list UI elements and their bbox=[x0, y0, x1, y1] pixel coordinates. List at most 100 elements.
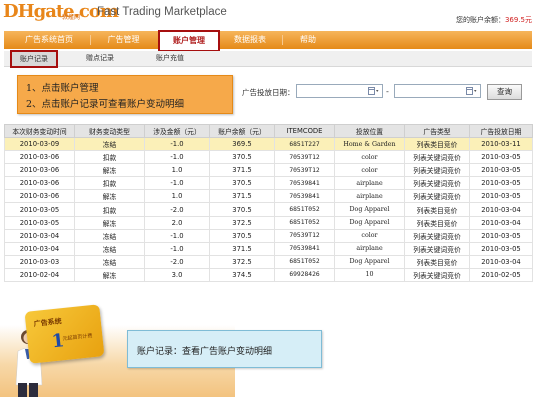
start-date-input[interactable] bbox=[296, 84, 383, 98]
amount-cell: -2.0 bbox=[144, 254, 210, 269]
change-type-cell: 冻结 bbox=[74, 136, 145, 152]
column-header: 投放位置 bbox=[334, 124, 405, 138]
calendar-icon[interactable] bbox=[368, 87, 379, 95]
change-type-cell: 解冻 bbox=[74, 163, 145, 178]
table-row: 2010-03-05 解冻 2.0 372.5 6851T052 Dog Apparel 列… bbox=[4, 215, 533, 230]
balance-value: 369.5元 bbox=[504, 16, 532, 24]
site-tagline: Fast Trading Marketplace bbox=[97, 6, 227, 18]
placement-cell: Dog Apparel bbox=[334, 254, 405, 269]
change-type-cell: 冻结 bbox=[74, 254, 145, 269]
placement-cell: color bbox=[334, 228, 405, 243]
placement-cell: color bbox=[334, 150, 405, 165]
nav-item-ad-home[interactable]: 广告系统首页 bbox=[14, 31, 84, 49]
balance-cell: 372.5 bbox=[209, 254, 275, 269]
ad-date-cell: 2010-03-04 bbox=[469, 202, 533, 217]
ad-date-cell: 2010-03-05 bbox=[469, 163, 533, 178]
itemcode-cell: 69928426 bbox=[274, 267, 335, 283]
amount-cell: 1.0 bbox=[144, 189, 210, 204]
placement-cell: color bbox=[334, 163, 405, 178]
record-time-cell: 2010-03-04 bbox=[4, 241, 75, 256]
itemcode-cell: 70539841 bbox=[274, 176, 335, 191]
record-time-cell: 2010-02-04 bbox=[4, 267, 75, 283]
column-header: 广告投放日期 bbox=[469, 124, 533, 138]
calendar-icon[interactable] bbox=[466, 87, 477, 95]
amount-cell: 1.0 bbox=[144, 163, 210, 178]
date-range-separator: - bbox=[386, 87, 389, 96]
placement-cell: airplane bbox=[334, 241, 405, 256]
amount-cell: -1.0 bbox=[144, 150, 210, 165]
placement-cell: Dog Apparel bbox=[334, 202, 405, 217]
nav-item-account-management[interactable]: 账户管理 bbox=[158, 30, 220, 52]
column-header: 涉及金额（元） bbox=[144, 124, 210, 138]
column-header: 财务变动类型 bbox=[74, 124, 145, 138]
ad-type-cell: 列表关键词竞价 bbox=[404, 189, 470, 204]
amount-cell: -1.0 bbox=[144, 241, 210, 256]
date-filter-label: 广告投放日期： bbox=[242, 88, 295, 97]
itemcode-cell: 6851T052 bbox=[274, 215, 335, 230]
itemcode-cell: 70539T12 bbox=[274, 150, 335, 165]
amount-cell: 3.0 bbox=[144, 267, 210, 283]
ad-date-cell: 2010-03-05 bbox=[469, 228, 533, 243]
ad-type-cell: 列表关键词竞价 bbox=[404, 228, 470, 243]
record-time-cell: 2010-03-06 bbox=[4, 150, 75, 165]
ad-date-cell: 2010-03-04 bbox=[469, 254, 533, 269]
note-text: 账户记录：查看广告账户变动明细 bbox=[137, 347, 273, 357]
balance-cell: 371.5 bbox=[209, 163, 275, 178]
balance-cell: 374.5 bbox=[209, 267, 275, 283]
balance-cell: 370.5 bbox=[209, 176, 275, 191]
itemcode-cell: 70539T12 bbox=[274, 228, 335, 243]
column-header: ITEMCODE bbox=[274, 124, 335, 138]
ad-type-cell: 列表类目竞价 bbox=[404, 136, 470, 152]
ad-type-cell: 列表关键词竞价 bbox=[404, 150, 470, 165]
record-time-cell: 2010-03-03 bbox=[4, 254, 75, 269]
ad-date-cell: 2010-03-04 bbox=[469, 215, 533, 230]
record-time-cell: 2010-03-06 bbox=[4, 163, 75, 178]
table-row: 2010-03-05 扣款 -2.0 370.5 6851T052 Dog Apparel… bbox=[4, 202, 533, 217]
ad-date-cell: 2010-03-11 bbox=[469, 136, 533, 152]
column-header: 广告类型 bbox=[404, 124, 470, 138]
balance-cell: 372.5 bbox=[209, 215, 275, 230]
card-title: 广告系统 bbox=[33, 317, 63, 329]
table-row: 2010-02-04 解冻 3.0 374.5 69928426 10 列表关键词竞价 201… bbox=[4, 267, 533, 283]
table-row: 2010-03-09 冻结 -1.0 369.5 6851T227 Home & Gard… bbox=[4, 136, 533, 152]
nav-item-data-reports[interactable]: 数据报表 bbox=[222, 31, 278, 49]
account-records-note: 账户记录：查看广告账户变动明细 bbox=[127, 330, 322, 368]
balance-cell: 370.5 bbox=[209, 228, 275, 243]
record-time-cell: 2010-03-04 bbox=[4, 228, 75, 243]
change-type-cell: 扣款 bbox=[74, 176, 145, 191]
record-time-cell: 2010-03-05 bbox=[4, 215, 75, 230]
amount-cell: 2.0 bbox=[144, 215, 210, 230]
card-tag: 元起首页计费 bbox=[62, 333, 93, 343]
instruction-callout: 1、点击账户管理 2、点击账户记录可查看账户变动明细 bbox=[17, 75, 233, 114]
table-row: 2010-03-04 冻结 -1.0 371.5 70539841 airplane 列表关… bbox=[4, 241, 533, 256]
amount-cell: -1.0 bbox=[144, 136, 210, 152]
query-button[interactable]: 查询 bbox=[487, 84, 522, 100]
balance-cell: 369.5 bbox=[209, 136, 275, 152]
amount-cell: -1.0 bbox=[144, 228, 210, 243]
subnav-item-account-records[interactable]: 账户记录 bbox=[10, 50, 58, 68]
nav-divider bbox=[90, 35, 91, 45]
itemcode-cell: 6851T052 bbox=[274, 254, 335, 269]
ad-date-cell: 2010-03-05 bbox=[469, 241, 533, 256]
record-time-cell: 2010-03-09 bbox=[4, 136, 75, 152]
table-row: 2010-03-06 解冻 1.0 371.5 70539841 airplane 列表关键… bbox=[4, 189, 533, 204]
ad-type-cell: 列表类目竞价 bbox=[404, 215, 470, 230]
subnav-item-bonus-records[interactable]: 赠点记录 bbox=[80, 51, 120, 66]
table-row: 2010-03-06 扣款 -1.0 370.5 70539T12 color 列表关键词竞… bbox=[4, 150, 533, 165]
end-date-input[interactable] bbox=[394, 84, 481, 98]
placement-cell: airplane bbox=[334, 176, 405, 191]
change-type-cell: 扣款 bbox=[74, 202, 145, 217]
subnav-item-account-recharge[interactable]: 账户充值 bbox=[150, 51, 190, 66]
ad-date-cell: 2010-03-05 bbox=[469, 189, 533, 204]
nav-item-help[interactable]: 帮助 bbox=[288, 31, 328, 49]
ad-type-cell: 列表关键词竞价 bbox=[404, 176, 470, 191]
column-header: 本次财务变动时间 bbox=[4, 124, 75, 138]
record-time-cell: 2010-03-05 bbox=[4, 202, 75, 217]
record-time-cell: 2010-03-06 bbox=[4, 176, 75, 191]
instruction-step-2: 2、点击账户记录可查看账户变动明细 bbox=[26, 99, 185, 110]
nav-item-ad-management[interactable]: 广告管理 bbox=[96, 31, 151, 49]
table-row: 2010-03-06 解冻 1.0 371.5 70539T12 color 列表关键词竞价… bbox=[4, 163, 533, 178]
change-type-cell: 冻结 bbox=[74, 241, 145, 256]
ad-type-cell: 列表关键词竞价 bbox=[404, 241, 470, 256]
ad-type-cell: 列表类目竞价 bbox=[404, 202, 470, 217]
